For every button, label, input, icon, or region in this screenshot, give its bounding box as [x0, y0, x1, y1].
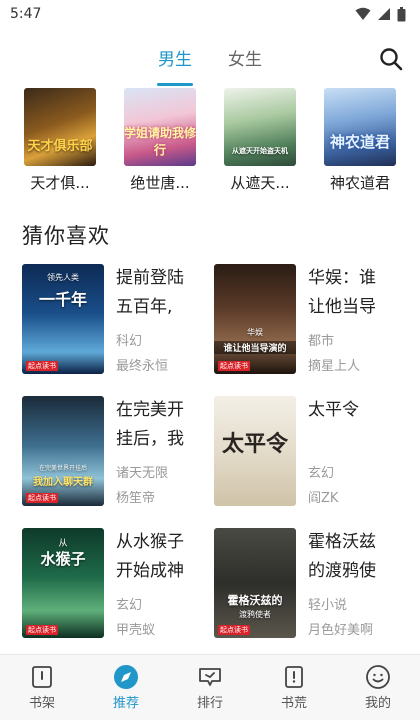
book-card[interactable]: 从 水猴子 起点读书 从水猴子开始成神 玄幻 甲壳蚁 [22, 528, 208, 638]
book-cover: 天才俱乐部 [24, 88, 96, 166]
book-cover: 在完美世界开挂后 我加入聊天群 起点读书 [22, 396, 104, 506]
book-card[interactable]: 华娱 谁让他当导演的 起点读书 华娱：谁让他当导 都市 摘星上人 [214, 264, 400, 374]
book-author: 阎ZK [308, 491, 339, 506]
book-category: 玄幻 [116, 598, 143, 613]
profile-icon [366, 665, 390, 689]
wifi-icon [355, 7, 371, 20]
book-cover: 领先人类 一千年 起点读书 [22, 264, 104, 374]
nav-recommend[interactable]: 推荐 [96, 664, 156, 711]
book-card[interactable]: 在完美世界开挂后 我加入聊天群 起点读书 在完美开挂后，我 诸天无限 杨笙帝 [22, 396, 208, 506]
top-nav: 男生 女生 [0, 28, 420, 90]
book-author: 杨笙帝 [116, 491, 156, 506]
status-bar: 5:47 [0, 0, 420, 28]
book-card[interactable]: 霍格沃兹的 渡鸦使者 起点读书 霍格沃兹的渡鸦使 轻小说 月色好美啊 [214, 528, 400, 638]
bookshelf-icon [32, 666, 52, 688]
nav-ranking[interactable]: 排行 [180, 664, 240, 711]
book-author: 甲壳蚁 [116, 623, 156, 638]
top-book-item[interactable]: 学姐请助我修行 绝世唐... [122, 88, 198, 198]
publisher-badge: 起点读书 [26, 625, 58, 635]
book-cover: 学姐请助我修行 [124, 88, 196, 166]
search-icon[interactable] [378, 46, 404, 72]
book-title: 太平令 [308, 400, 359, 420]
publisher-badge: 起点读书 [26, 361, 58, 371]
publisher-badge: 起点读书 [218, 361, 250, 371]
ranking-icon [199, 668, 221, 686]
book-title: 华娱：谁让他当导 [308, 268, 376, 317]
book-title: 在完美开挂后，我 [116, 400, 184, 449]
book-author: 月色好美啊 [308, 623, 374, 638]
top-book-item[interactable]: 从遮天开始盗天机 从遮天... [222, 88, 298, 198]
book-title: 提前登陆五百年, [116, 268, 184, 317]
book-cover: 从遮天开始盗天机 [224, 88, 296, 166]
book-card[interactable]: 太平令 太平令 玄幻 阎ZK [214, 396, 400, 506]
book-category: 轻小说 [308, 598, 348, 613]
book-category: 玄幻 [308, 466, 335, 481]
publisher-badge: 起点读书 [26, 493, 58, 503]
book-title: 霍格沃兹的渡鸦使 [308, 532, 376, 581]
publisher-badge: 起点读书 [218, 625, 250, 635]
battery-icon [397, 6, 406, 21]
signal-icon [378, 8, 390, 20]
book-category: 诸天无限 [116, 466, 169, 481]
nav-bookshelf[interactable]: 书架 [12, 664, 72, 711]
book-cover: 华娱 谁让他当导演的 起点读书 [214, 264, 296, 374]
bottom-nav: 书架 推荐 排行 书荒 我的 [0, 654, 420, 720]
book-author: 摘星上人 [308, 359, 361, 374]
book-title: 从水猴子开始成神 [116, 532, 184, 581]
top-book-item[interactable]: 天才俱乐部 天才俱... [22, 88, 98, 198]
status-time: 5:47 [10, 6, 42, 22]
book-category: 科幻 [116, 334, 143, 349]
top-book-title: 从遮天... [230, 174, 290, 192]
book-card[interactable]: 领先人类 一千年 起点读书 提前登陆五百年, 科幻 最终永恒 [22, 264, 208, 374]
compass-icon [114, 665, 138, 689]
book-cover: 霍格沃兹的 渡鸦使者 起点读书 [214, 528, 296, 638]
book-category: 都市 [308, 334, 335, 349]
book-cover: 太平令 [214, 396, 296, 506]
book-cover: 从 水猴子 起点读书 [22, 528, 104, 638]
nav-book-request[interactable]: 书荒 [264, 664, 324, 711]
nav-profile[interactable]: 我的 [348, 664, 408, 711]
section-title-recommend: 猜你喜欢 [22, 224, 110, 248]
gender-tabs: 男生 女生 [158, 39, 262, 76]
top-book-title: 绝世唐... [130, 174, 190, 192]
recommend-grid: 领先人类 一千年 起点读书 提前登陆五百年, 科幻 最终永恒 华娱 谁让他当导演… [0, 264, 420, 638]
top-book-title: 天才俱... [30, 174, 90, 192]
tab-female[interactable]: 女生 [228, 39, 262, 76]
book-request-icon [285, 666, 303, 688]
top-book-item[interactable]: 神农道君 神农道君 [322, 88, 398, 198]
book-cover: 神农道君 [324, 88, 396, 166]
top-book-row: 天才俱乐部 天才俱... 学姐请助我修行 绝世唐... 从遮天开始盗天机 从遮天… [0, 88, 420, 198]
top-book-title: 神农道君 [329, 174, 390, 192]
tab-male[interactable]: 男生 [158, 39, 192, 76]
book-author: 最终永恒 [116, 359, 169, 374]
